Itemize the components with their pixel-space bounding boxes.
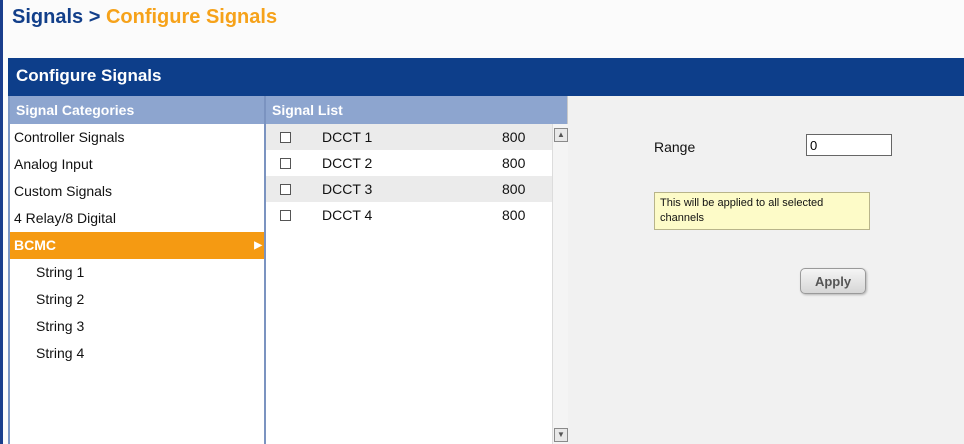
signal-name: DCCT 2	[322, 155, 373, 171]
content-panel: Signal Categories Controller Signals Ana…	[8, 96, 964, 444]
category-4-relay-8-digital[interactable]: 4 Relay/8 Digital	[10, 205, 264, 232]
range-label: Range	[654, 139, 696, 155]
category-label: BCMC	[14, 237, 56, 253]
category-string-1[interactable]: String 1	[10, 259, 264, 286]
category-label: Controller Signals	[14, 129, 125, 145]
signal-name: DCCT 3	[322, 181, 373, 197]
signal-row: DCCT 2 800	[266, 150, 568, 176]
page-title: Configure Signals	[16, 66, 162, 85]
category-string-4[interactable]: String 4	[10, 340, 264, 367]
signal-checkbox[interactable]	[280, 210, 291, 221]
category-label: String 1	[36, 264, 85, 280]
apply-button[interactable]: Apply	[800, 268, 866, 294]
signal-checkbox[interactable]	[280, 132, 291, 143]
range-settings-panel: Range This will be applied to all select…	[568, 96, 964, 444]
category-custom-signals[interactable]: Custom Signals	[10, 178, 264, 205]
signal-value: 800	[502, 155, 526, 171]
signal-categories-panel: Signal Categories Controller Signals Ana…	[10, 96, 266, 444]
category-controller-signals[interactable]: Controller Signals	[10, 124, 264, 151]
breadcrumb: Signals > Configure Signals	[12, 2, 277, 32]
breadcrumb-current: Configure Signals	[105, 6, 278, 28]
page: Signals > Configure Signals Configure Si…	[0, 0, 964, 444]
category-string-2[interactable]: String 2	[10, 286, 264, 313]
category-label: Custom Signals	[14, 183, 113, 199]
arrow-up-icon[interactable]: ▲	[554, 128, 568, 142]
category-label: String 2	[36, 291, 85, 307]
signal-checkbox[interactable]	[280, 158, 291, 169]
signal-value: 800	[502, 207, 526, 223]
category-label: String 3	[36, 318, 85, 334]
signal-name: DCCT 4	[322, 207, 373, 223]
signal-list-scrollbar[interactable]: ▲ ▼	[552, 124, 568, 444]
signal-value: 800	[502, 129, 526, 145]
signal-name: DCCT 1	[322, 129, 373, 145]
signal-list-header: Signal List	[266, 96, 567, 124]
title-bar: Configure Signals	[8, 58, 964, 96]
signal-categories-header: Signal Categories	[10, 96, 264, 124]
signal-checkbox[interactable]	[280, 184, 291, 195]
left-border	[0, 0, 3, 444]
category-label: String 4	[36, 345, 85, 361]
category-label: Analog Input	[14, 156, 93, 172]
signal-list-body: DCCT 1 800 DCCT 2 800 DCCT 3 800 DCCT 4 …	[266, 124, 568, 444]
arrow-down-icon[interactable]: ▼	[554, 428, 568, 442]
signal-list-panel: Signal List DCCT 1 800 DCCT 2 800 DCCT 3…	[266, 96, 568, 444]
breadcrumb-separator: >	[88, 6, 101, 28]
category-label: 4 Relay/8 Digital	[14, 210, 116, 226]
signal-row: DCCT 3 800	[266, 176, 568, 202]
signal-row: DCCT 1 800	[266, 124, 568, 150]
category-analog-input[interactable]: Analog Input	[10, 151, 264, 178]
triangle-right-icon: ▶	[254, 240, 262, 251]
range-input[interactable]	[806, 134, 892, 156]
category-bcmc[interactable]: BCMC ▶	[10, 232, 264, 259]
signal-value: 800	[502, 181, 526, 197]
apply-note: This will be applied to all selected cha…	[654, 192, 870, 230]
category-string-3[interactable]: String 3	[10, 313, 264, 340]
breadcrumb-root-link[interactable]: Signals	[12, 6, 83, 28]
signal-row: DCCT 4 800	[266, 202, 568, 228]
